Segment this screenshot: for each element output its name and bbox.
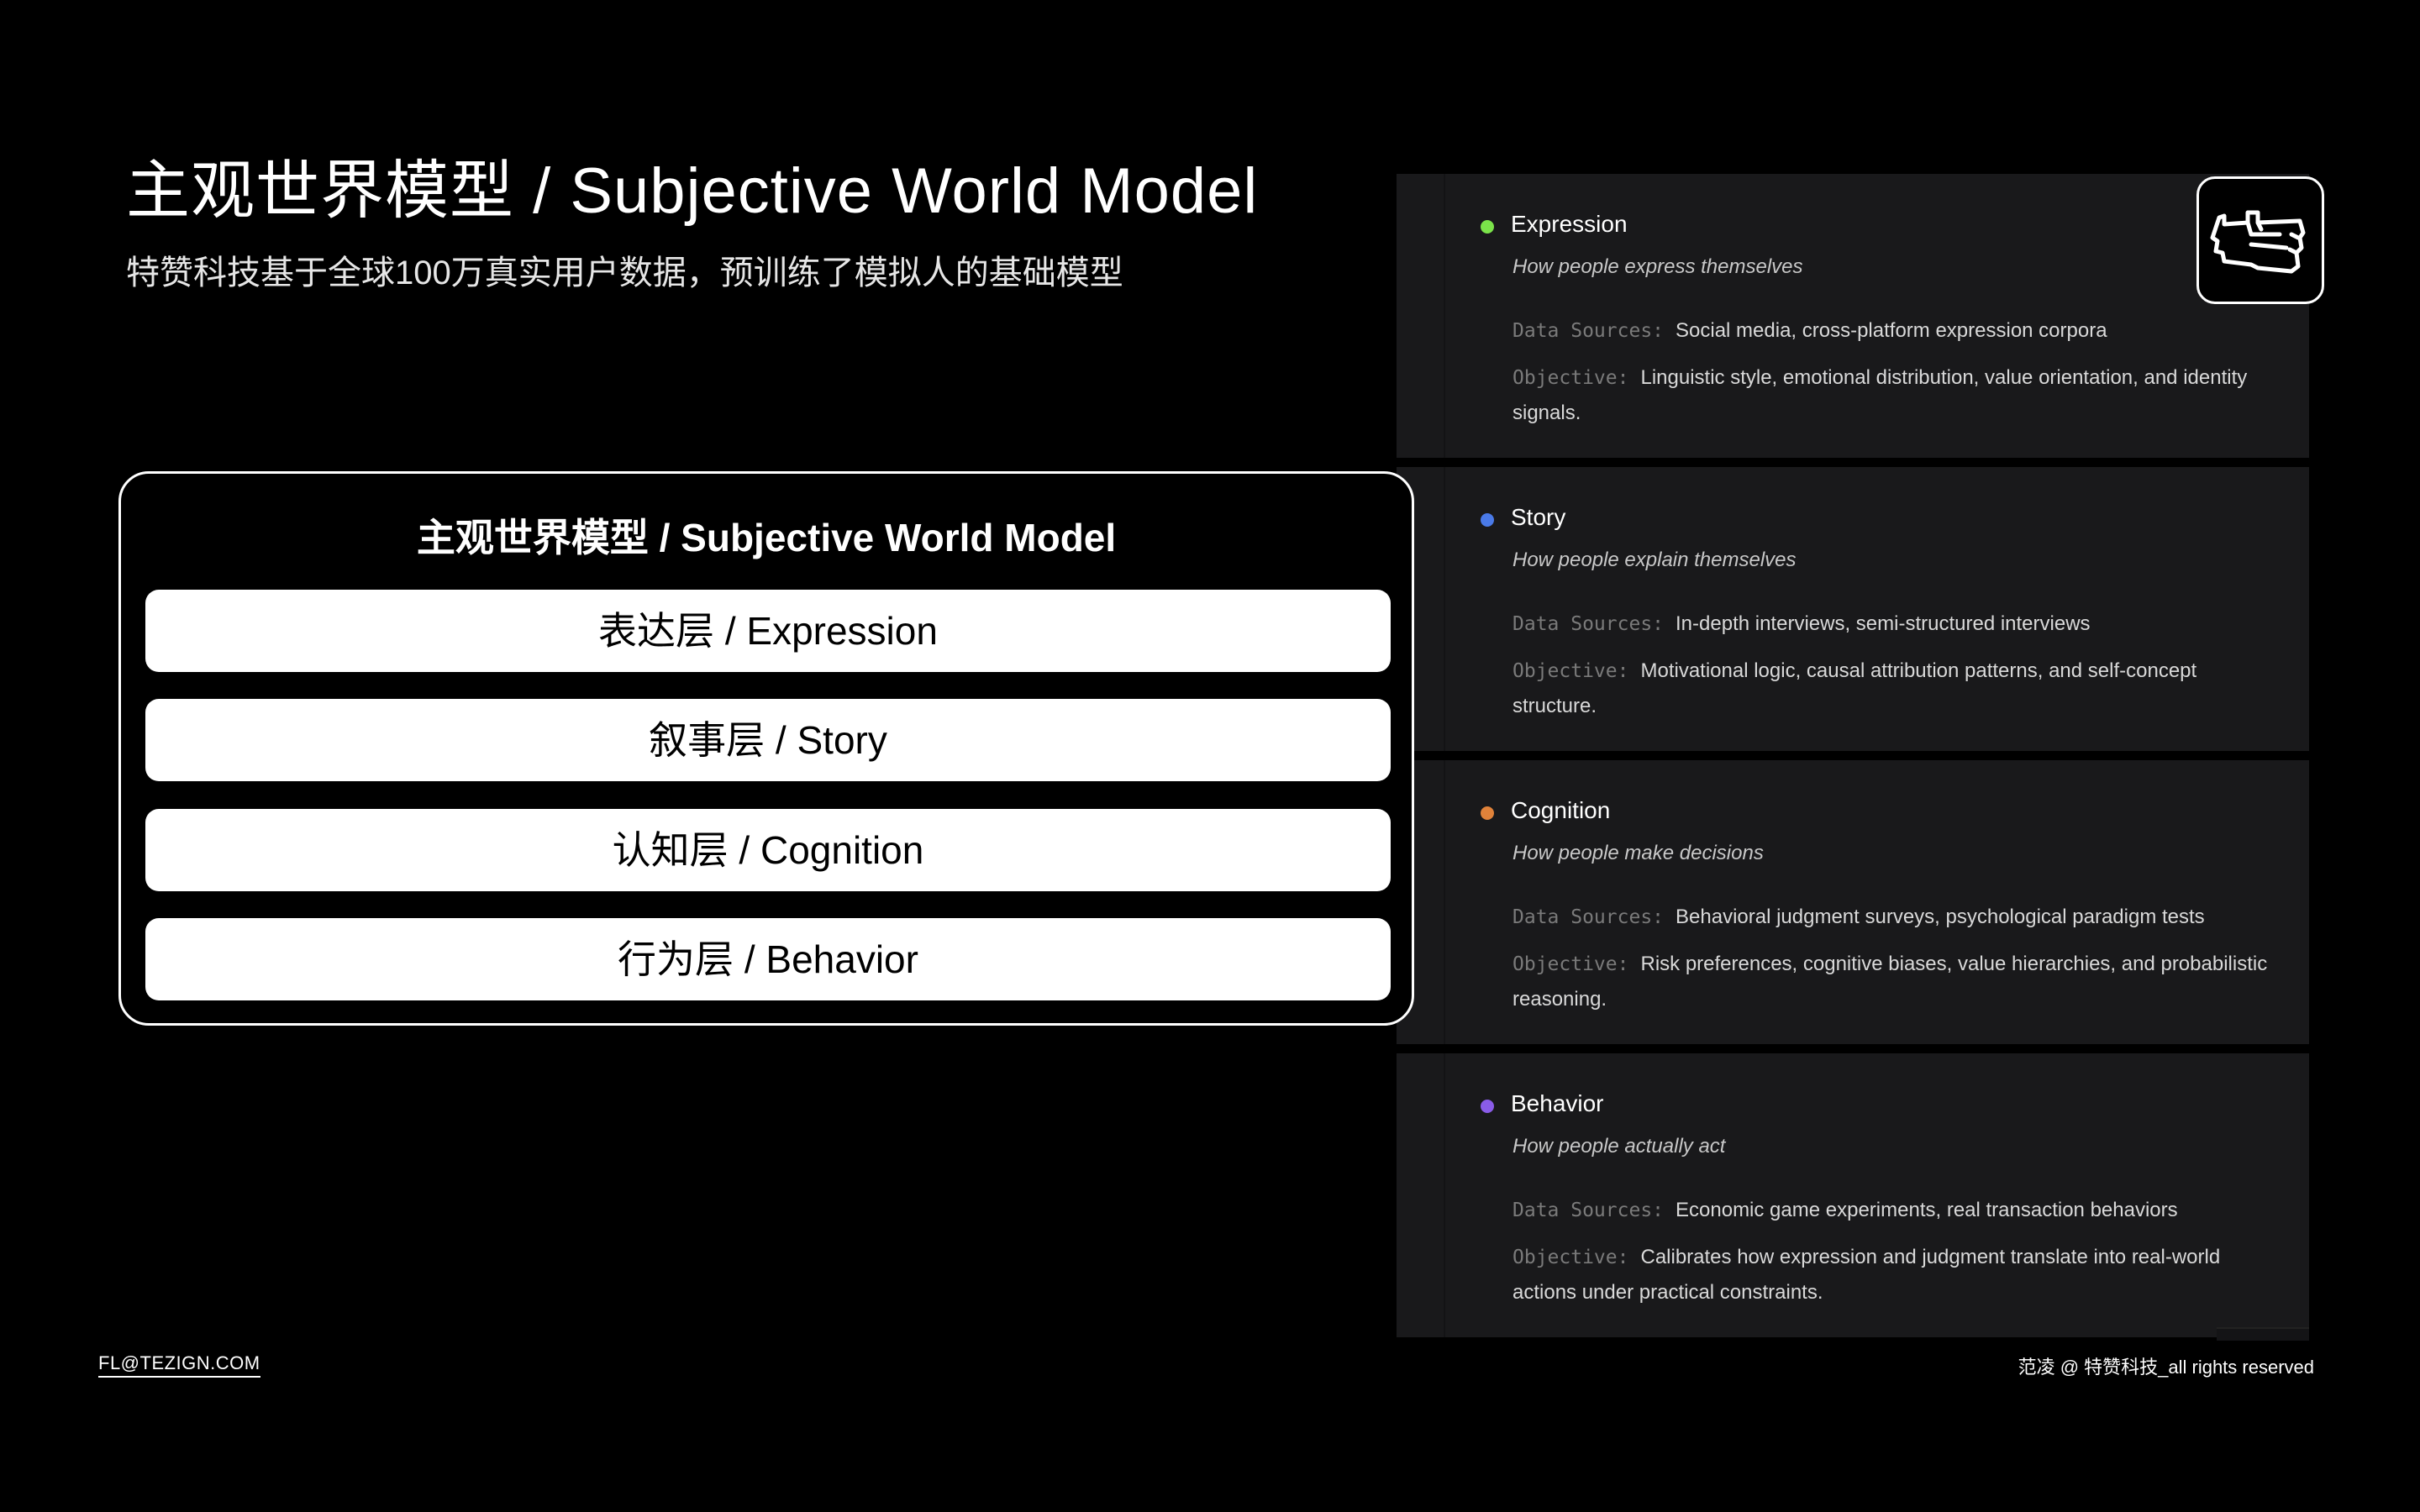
card-data-sources: Data Sources: Behavioral judgment surveys… xyxy=(1512,900,2277,935)
card-data-sources: Data Sources: Social media, cross-platfor… xyxy=(1512,313,2277,349)
card-description: How people make decisions xyxy=(1512,842,1764,864)
objective-label: Objective: xyxy=(1512,953,1629,975)
card-description: How people explain themselves xyxy=(1512,549,1797,571)
data-sources-label: Data Sources: xyxy=(1512,320,1665,342)
card-objective: Objective: Motivational logic, causal att… xyxy=(1512,654,2277,724)
status-dot-icon xyxy=(1481,1100,1494,1113)
copyright-text: 范凌 @ 特赞科技_all rights reserved xyxy=(2018,1357,2314,1378)
layer-card-behavior: Behavior How people actually act Data So… xyxy=(1397,1053,2309,1337)
model-title: 主观世界模型 / Subjective World Model xyxy=(416,516,1117,559)
objective-label: Objective: xyxy=(1512,367,1629,389)
layer-card-cognition: Cognition How people make decisions Data… xyxy=(1397,760,2309,1044)
card-data-sources: Data Sources: Economic game experiments, … xyxy=(1512,1193,2277,1228)
card-objective: Objective: Risk preferences, cognitive bi… xyxy=(1512,947,2277,1017)
layer-expression: 表达层 / Expression xyxy=(145,590,1391,672)
card-objective: Objective: Linguistic style, emotional di… xyxy=(1512,360,2277,431)
data-sources-value: Social media, cross-platform expression … xyxy=(1676,319,2107,342)
data-sources-label: Data Sources: xyxy=(1512,613,1665,635)
status-dot-icon xyxy=(1481,220,1494,234)
objective-label: Objective: xyxy=(1512,1247,1629,1268)
page-title: 主观世界模型 / Subjective World Model xyxy=(126,155,1259,227)
corner-tab xyxy=(2217,1327,2309,1341)
handshake-logo-icon xyxy=(2196,176,2324,304)
card-title: Story xyxy=(1511,504,1566,530)
card-data-sources: Data Sources: In-depth interviews, semi-s… xyxy=(1512,606,2277,642)
contact-email-link[interactable]: FL@TEZIGN.COM xyxy=(98,1352,260,1378)
data-sources-value: Economic game experiments, real transact… xyxy=(1676,1199,2178,1221)
card-title: Expression xyxy=(1511,211,1628,237)
card-divider xyxy=(1444,1053,1445,1337)
data-sources-label: Data Sources: xyxy=(1512,1200,1665,1221)
card-divider xyxy=(1444,760,1445,1044)
data-sources-value: In-depth interviews, semi-structured int… xyxy=(1676,612,2091,635)
card-divider xyxy=(1444,467,1445,751)
layer-card-expression: Expression How people express themselves… xyxy=(1397,174,2309,458)
layer-story: 叙事层 / Story xyxy=(145,699,1391,781)
card-description: How people express themselves xyxy=(1512,255,1803,278)
card-divider xyxy=(1444,174,1445,458)
status-dot-icon xyxy=(1481,806,1494,820)
model-diagram: 主观世界模型 / Subjective World Model 表达层 / Ex… xyxy=(118,471,1414,1026)
card-description: How people actually act xyxy=(1512,1135,1726,1158)
page-subtitle: 特赞科技基于全球100万真实用户数据，预训练了模拟人的基础模型 xyxy=(126,255,1123,291)
data-sources-label: Data Sources: xyxy=(1512,906,1665,928)
data-sources-value: Behavioral judgment surveys, psychologic… xyxy=(1676,906,2205,928)
handshake-logo-svg xyxy=(2210,210,2306,274)
card-objective: Objective: Calibrates how expression and … xyxy=(1512,1240,2277,1310)
layer-cognition: 认知层 / Cognition xyxy=(145,809,1391,891)
status-dot-icon xyxy=(1481,513,1494,527)
card-title: Behavior xyxy=(1511,1090,1604,1116)
card-title: Cognition xyxy=(1511,797,1611,823)
layer-behavior: 行为层 / Behavior xyxy=(145,918,1391,1000)
objective-label: Objective: xyxy=(1512,660,1629,682)
layer-card-story: Story How people explain themselves Data… xyxy=(1397,467,2309,751)
